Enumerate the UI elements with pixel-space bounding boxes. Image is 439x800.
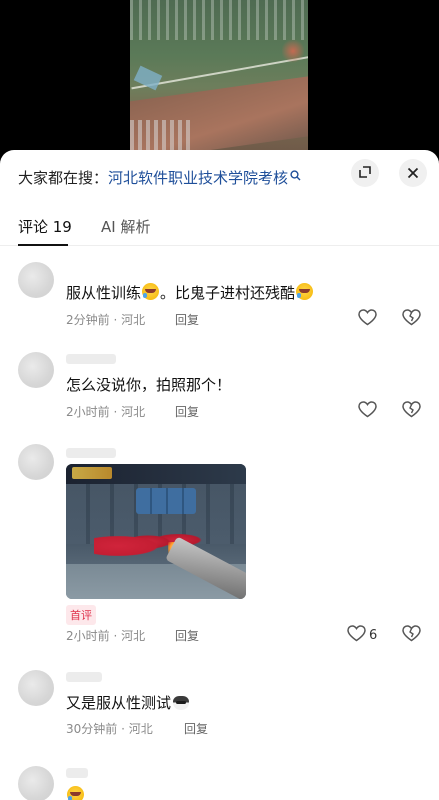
trending-search-query[interactable]: 河北软件职业技术学院考核: [108, 167, 288, 188]
like-button[interactable]: [358, 401, 380, 422]
reply-button[interactable]: 回复: [175, 403, 199, 420]
comment-tabs: 评论 19 AI 解析: [0, 208, 439, 246]
first-comment-badge: 首评: [66, 605, 96, 625]
crying-laughing-emoji-icon: [296, 283, 314, 300]
avatar[interactable]: [18, 766, 54, 800]
reply-button[interactable]: 回复: [184, 720, 208, 737]
comment-item: 怎么没说你，拍照那个！ 2小时前 · 河北 回复: [0, 350, 439, 440]
comment-image[interactable]: [66, 464, 246, 599]
username[interactable]: [66, 768, 88, 778]
tab-comments[interactable]: 评论 19: [18, 216, 72, 237]
comment-text-part: 服从性训练: [66, 284, 142, 302]
broken-heart-icon: [402, 401, 421, 422]
avatar[interactable]: [18, 444, 54, 480]
husky-emoji-icon: [171, 694, 191, 711]
comment-item: 服从性训练 。比鬼子进村还残酷 2分钟前 · 河北 回复: [0, 258, 439, 338]
comment-text-part: 。比鬼子进村还残酷: [160, 284, 296, 302]
heart-icon: [358, 309, 377, 330]
game-logo: [72, 467, 112, 479]
broken-heart-icon: [402, 309, 421, 330]
video-player[interactable]: [0, 0, 439, 160]
username[interactable]: [66, 354, 116, 364]
comment-text: 服从性训练 。比鬼子进村还残酷: [66, 282, 314, 303]
username[interactable]: [66, 448, 116, 458]
flushed-emoji-icon: [67, 786, 84, 800]
like-count: 6: [369, 628, 378, 643]
comment-meta: 30分钟前 · 河北: [66, 722, 153, 736]
expand-button[interactable]: [351, 159, 379, 187]
trending-search-prefix: 大家都在搜：: [18, 168, 109, 187]
dislike-button[interactable]: [402, 401, 421, 422]
heart-icon: [358, 401, 377, 422]
trending-search-row[interactable]: 大家都在搜： 河北软件职业技术学院考核: [18, 164, 301, 190]
close-icon: [407, 164, 419, 183]
avatar[interactable]: [18, 670, 54, 706]
comment-text-part: 又是服从性测试: [66, 694, 172, 712]
comment-meta: 2分钟前 · 河北: [66, 313, 146, 327]
comment-meta: 2小时前 · 河北: [66, 629, 146, 643]
like-button[interactable]: [358, 309, 380, 330]
comment-item: 又是服从性测试 30分钟前 · 河北 回复: [0, 668, 439, 748]
comment-text: [66, 786, 85, 800]
reply-button[interactable]: 回复: [175, 627, 199, 644]
broken-heart-icon: [402, 625, 421, 646]
comment-meta: 2小时前 · 河北: [66, 405, 146, 419]
expand-icon: [358, 164, 372, 183]
dislike-button[interactable]: [402, 625, 421, 646]
crying-laughing-emoji-icon: [142, 283, 160, 300]
video-frame: [130, 0, 308, 160]
comment-text: 又是服从性测试: [66, 692, 191, 713]
comment-sheet: 大家都在搜： 河北软件职业技术学院考核 评论 19 AI 解析 服从性训练 。比鬼…: [0, 150, 439, 800]
avatar[interactable]: [18, 352, 54, 388]
comment-text: 怎么没说你，拍照那个！: [66, 376, 232, 394]
tab-ai-analysis[interactable]: AI 解析: [101, 216, 150, 237]
reply-button[interactable]: 回复: [175, 311, 199, 328]
video-crowd: [130, 0, 308, 40]
dislike-button[interactable]: [402, 309, 421, 330]
like-button[interactable]: 6: [347, 625, 377, 646]
active-tab-indicator: [18, 244, 68, 246]
comment-item: [0, 764, 439, 800]
video-smoke: [282, 38, 304, 64]
search-icon: [290, 170, 301, 184]
close-button[interactable]: [399, 159, 427, 187]
game-scene-barrels: [136, 488, 196, 514]
username[interactable]: [66, 672, 102, 682]
avatar[interactable]: [18, 262, 54, 298]
heart-icon: [347, 625, 366, 646]
